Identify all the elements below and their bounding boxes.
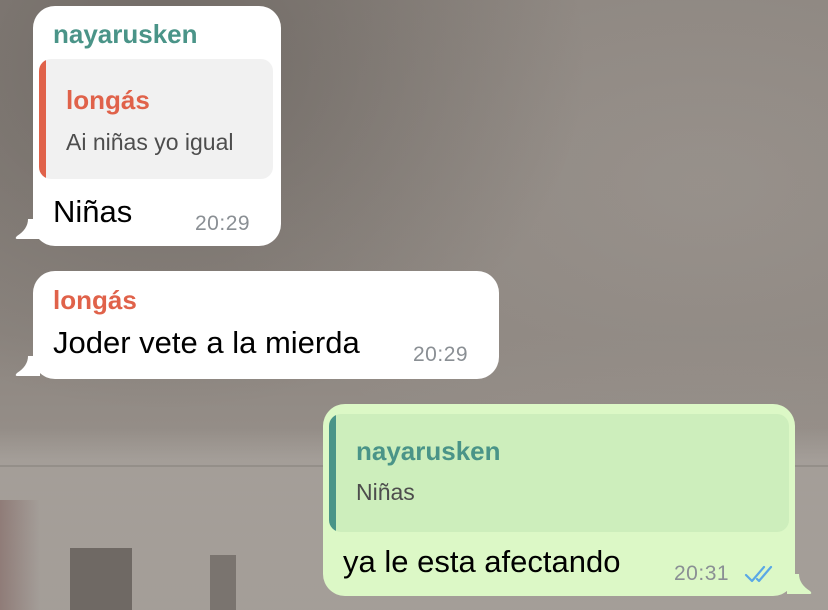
quoted-message[interactable]: nayarusken Niñas <box>329 414 789 532</box>
message-time: 20:31 <box>674 562 730 585</box>
double-check-read-icon <box>744 565 773 583</box>
quoted-message[interactable]: longás Ai niñas yo igual <box>39 59 273 179</box>
message-text: Joder vete a la mierda <box>53 325 360 360</box>
message-text: Niñas <box>53 194 133 229</box>
quote-text: Ai niñas yo igual <box>66 129 234 155</box>
wallpaper-object-left <box>0 500 40 610</box>
wallpaper-object-dark <box>70 548 132 610</box>
sender-name[interactable]: longás <box>53 285 137 316</box>
sender-name[interactable]: nayarusken <box>53 19 198 50</box>
message-bubble-outgoing[interactable]: nayarusken Niñas ya le esta afectando 20… <box>323 404 795 596</box>
quote-accent-bar <box>39 59 46 179</box>
message-text: ya le esta afectando <box>343 544 621 579</box>
message-time: 20:29 <box>413 343 469 366</box>
quote-text: Niñas <box>356 479 415 505</box>
message-bubble-incoming[interactable]: longás Joder vete a la mierda 20:29 <box>33 271 499 379</box>
message-bubble-incoming[interactable]: nayarusken longás Ai niñas yo igual Niña… <box>33 6 281 246</box>
quote-author: longás <box>66 85 150 115</box>
quote-accent-bar <box>329 414 336 532</box>
message-time: 20:29 <box>195 212 251 235</box>
quote-author: nayarusken <box>356 436 501 466</box>
wallpaper-object-small <box>210 555 236 610</box>
